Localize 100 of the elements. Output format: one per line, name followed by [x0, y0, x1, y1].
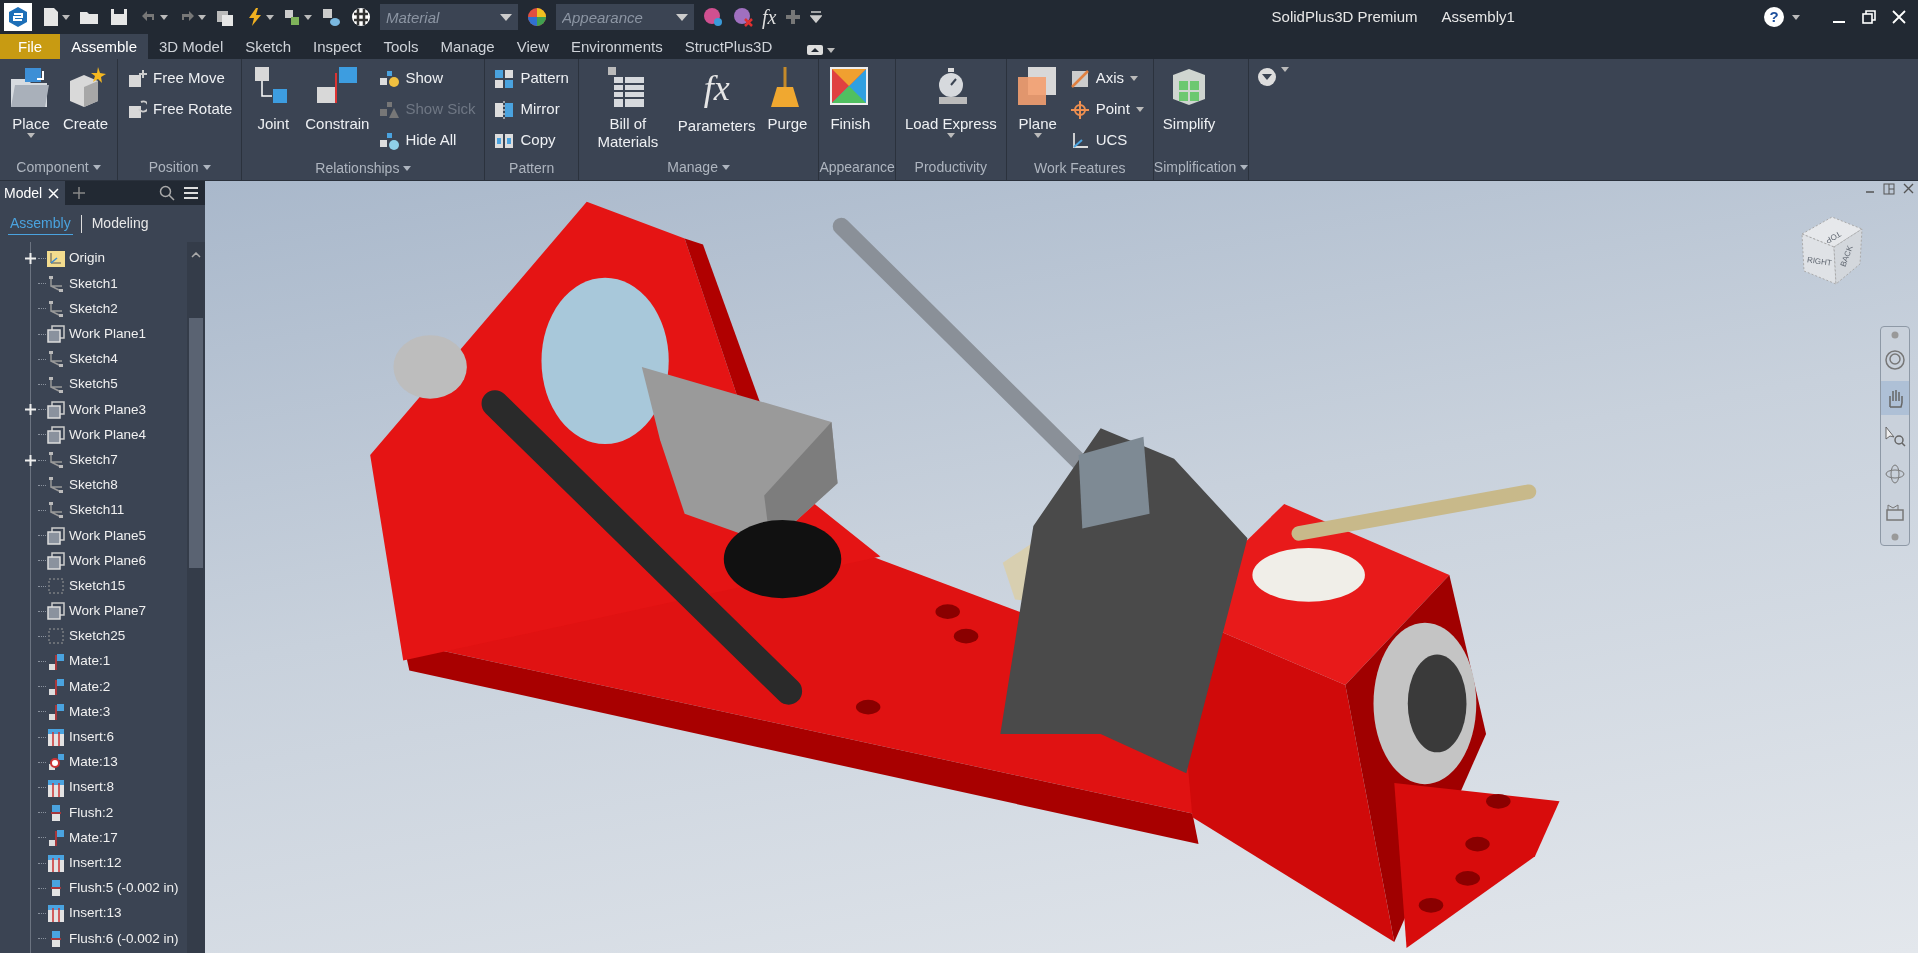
caret-icon[interactable] [1240, 164, 1249, 170]
ribbon-button[interactable]: UCS [1066, 125, 1147, 156]
tree-item[interactable]: Work Plane7 [69, 601, 147, 622]
ribbon-button[interactable]: Joint [248, 63, 299, 135]
ribbon-button[interactable]: Copy [491, 125, 572, 156]
color-ball-cross-icon[interactable] [732, 6, 754, 28]
cylinder-stack-icon[interactable] [320, 6, 342, 28]
tree-item[interactable]: Sketch7 [69, 449, 118, 471]
ribbon-button[interactable]: Create [60, 63, 112, 135]
ribbon-button[interactable]: Axis [1066, 63, 1147, 94]
caret-icon[interactable] [676, 13, 688, 21]
customize-caret-icon[interactable] [810, 11, 823, 23]
ribbon-tab[interactable]: Sketch [234, 34, 303, 59]
viewcube-top-label[interactable]: TOP [1823, 229, 1843, 246]
caret-icon[interactable] [827, 47, 836, 53]
caret-icon[interactable] [1033, 133, 1042, 138]
caret-icon[interactable] [946, 133, 955, 138]
app-logo-icon[interactable] [4, 3, 32, 31]
viewcube-right-label[interactable]: RIGHT [1806, 255, 1833, 268]
ribbon-tab[interactable]: 3D Model [148, 34, 235, 59]
caret-icon[interactable] [27, 133, 35, 138]
ribbon-button[interactable]: Constrain [302, 63, 373, 135]
ribbon-button[interactable]: Hide All [376, 125, 479, 156]
ribbon-button[interactable]: Finish [825, 63, 876, 135]
browser-subtab[interactable]: Modeling [89, 213, 151, 234]
expand-plus-icon[interactable] [25, 454, 36, 466]
caret-icon[interactable] [266, 14, 274, 20]
parameters-button[interactable]: fx [762, 2, 777, 32]
help-button[interactable]: ? [1764, 7, 1784, 27]
tree-item[interactable]: Sketch11 [69, 500, 125, 521]
scroll-up-icon[interactable] [191, 252, 201, 258]
ribbon-button[interactable]: Mirror [491, 94, 572, 125]
tree-item[interactable]: Mate:13 [69, 752, 118, 773]
tree-item[interactable]: Sketch1 [69, 273, 118, 294]
ribbon-tab[interactable]: Tools [372, 34, 430, 59]
tree-item[interactable]: Work Plane5 [69, 525, 147, 546]
ribbon-tab[interactable]: Manage [429, 34, 506, 59]
caret-icon[interactable] [721, 164, 730, 170]
caret-icon[interactable] [62, 14, 70, 20]
caret-icon[interactable] [304, 14, 312, 20]
caret-icon[interactable] [500, 13, 512, 21]
expand-plus-icon[interactable] [25, 404, 36, 416]
add-tab-icon[interactable] [73, 187, 86, 199]
tree-item[interactable]: Sketch15 [69, 575, 126, 597]
tree-item[interactable]: Sketch25 [69, 626, 126, 647]
ribbon-button[interactable]: Place [6, 63, 56, 140]
panel-toggle-icon[interactable] [807, 45, 824, 55]
tree-item[interactable]: Insert:8 [69, 777, 115, 798]
ribbon-button[interactable]: Purge [762, 63, 813, 135]
caret-icon[interactable] [1792, 14, 1800, 20]
ribbon-button[interactable]: Bill of Materials [584, 63, 671, 153]
tree-item[interactable]: Sketch5 [69, 374, 118, 395]
ribbon-button[interactable]: Free Rotate [124, 94, 236, 125]
caret-icon[interactable] [160, 14, 168, 20]
ribbon-button[interactable]: Plane [1012, 63, 1063, 140]
tree-item[interactable]: Sketch8 [69, 475, 118, 496]
tree-item[interactable]: Mate:17 [69, 827, 118, 849]
tree-item[interactable]: Flush:2 [69, 802, 114, 823]
tree-item[interactable]: Mate:3 [69, 701, 111, 723]
ribbon-tab[interactable]: StructPlus3D [673, 34, 784, 59]
ribbon-button[interactable]: Load Express [901, 63, 1000, 140]
tree-item[interactable]: Sketch4 [69, 349, 118, 370]
tree-item[interactable]: Origin [69, 248, 105, 269]
ribbon-button[interactable]: Simplify [1159, 63, 1219, 135]
checker-ball-icon[interactable] [350, 6, 372, 28]
scrollbar-thumb[interactable] [189, 318, 203, 568]
tree-item[interactable]: Flush:5 (-0.002 in) [69, 878, 179, 899]
color-ball-plus-icon[interactable] [702, 6, 724, 28]
ribbon-button[interactable]: Free Move [124, 63, 236, 94]
search-icon[interactable] [159, 185, 175, 201]
tree-item[interactable]: Insert:6 [69, 727, 115, 748]
caret-icon[interactable] [202, 164, 211, 170]
tree-item[interactable]: Work Plane1 [69, 324, 147, 345]
tree-item[interactable]: Insert:13 [69, 903, 122, 924]
caret-icon[interactable] [198, 14, 206, 20]
color-wheel-icon[interactable] [526, 6, 548, 28]
ribbon-tab[interactable]: View [505, 34, 560, 59]
view-cube[interactable]: TOP RIGHT BACK [1792, 209, 1872, 289]
caret-icon[interactable] [403, 165, 412, 171]
restore-icon[interactable] [1862, 10, 1876, 24]
tree-item[interactable]: Flush:6 (-0.002 in) [69, 928, 179, 949]
browser-subtab[interactable]: Assembly [8, 212, 73, 235]
save-icon[interactable] [108, 6, 130, 28]
ribbon-tab[interactable]: Inspect [302, 34, 373, 59]
caret-icon[interactable] [1281, 67, 1290, 72]
caret-icon[interactable] [92, 164, 101, 170]
ribbon-tab[interactable]: Assemble [60, 34, 149, 59]
tree-item[interactable]: Insert:12 [69, 852, 122, 874]
tree-item[interactable]: Sketch2 [69, 298, 118, 320]
ribbon-button[interactable]: fx Parameters [674, 63, 759, 137]
tree-item[interactable]: Mate:2 [69, 676, 111, 697]
ribbon-button[interactable]: Show [376, 63, 479, 94]
tree-item[interactable]: Work Plane6 [69, 550, 147, 571]
dropdown-circle-icon[interactable] [1257, 67, 1278, 87]
plus-icon[interactable] [784, 8, 803, 26]
tree-item[interactable]: Work Plane3 [69, 399, 147, 420]
ribbon-button[interactable]: Point [1066, 94, 1147, 125]
expand-plus-icon[interactable] [25, 253, 36, 265]
tree-item[interactable]: Work Plane4 [69, 424, 147, 446]
menu-icon[interactable] [183, 186, 199, 200]
